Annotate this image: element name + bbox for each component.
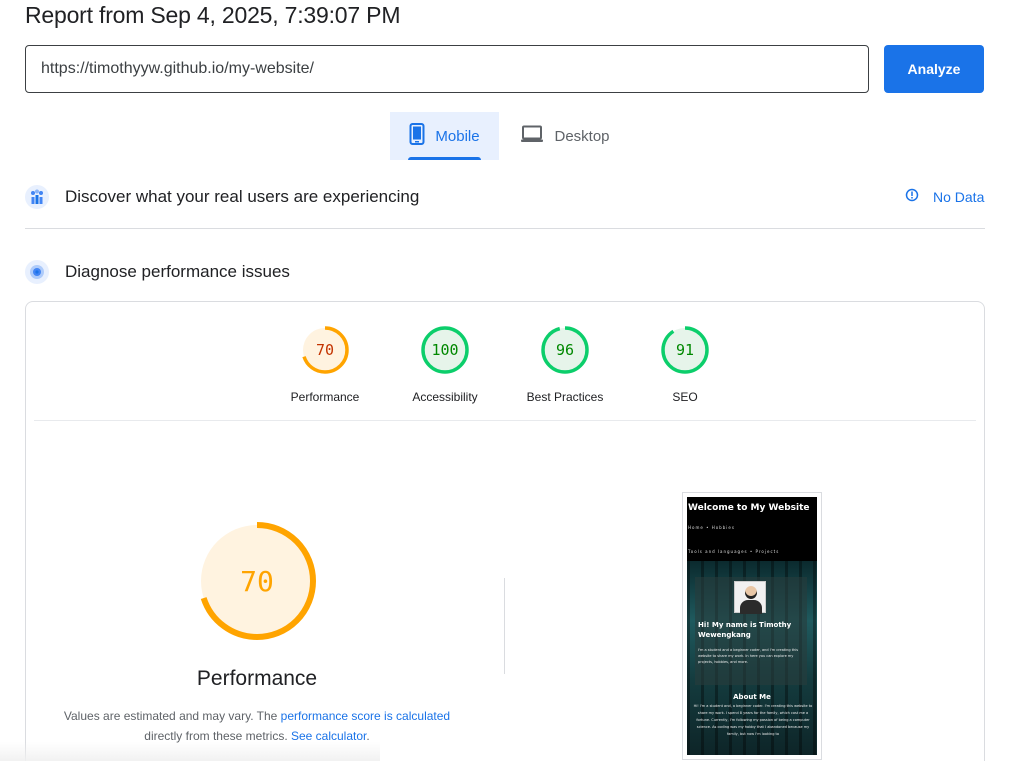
score-gauge-accessibility[interactable]: 100 Accessibility [385, 325, 505, 404]
score-gauge-performance[interactable]: 70 Performance [265, 325, 385, 404]
score-label: Best Practices [526, 390, 604, 404]
page-screenshot-thumbnail[interactable]: Welcome to My Website Home • Hobbies Too… [682, 492, 822, 760]
tab-desktop-label: Desktop [554, 127, 610, 145]
performance-note: Values are estimated and may vary. The p… [55, 706, 459, 746]
vertical-divider [504, 578, 505, 674]
performance-big-gauge: 70 [198, 522, 316, 640]
no-data-label: No Data [933, 188, 985, 205]
field-data-heading: Discover what your real users are experi… [65, 187, 420, 206]
screenshot-greeting: Hi! My name is Timothy Wewengkang [698, 621, 792, 639]
tab-mobile-label: Mobile [435, 127, 480, 145]
screenshot-nav: Home • Hobbies [688, 525, 735, 530]
analyze-button[interactable]: Analyze [884, 45, 984, 93]
phone-icon [409, 123, 425, 149]
score-label: Performance [290, 390, 360, 404]
gauge-ring: 91 [661, 326, 709, 374]
laptop-icon [520, 125, 544, 147]
score-value: 70 [316, 341, 334, 359]
see-calculator-link[interactable]: See calculator [291, 729, 366, 743]
screenshot-intro-text: I'm a student and a beginner coder, and … [698, 648, 799, 664]
gauge-ring: 70 [301, 326, 349, 374]
score-calculated-link[interactable]: performance score is calculated [281, 709, 450, 723]
performance-score: 70 [240, 565, 274, 598]
score-gauge-seo[interactable]: 91 SEO [625, 325, 745, 404]
gauge-ring: 100 [421, 326, 469, 374]
note-prefix: Values are estimated and may vary. The [63, 709, 281, 723]
screenshot-nav: Tools and languages • Projects [688, 549, 780, 554]
score-gauge-best-practices[interactable]: 96 Best Practices [505, 325, 625, 404]
tab-desktop[interactable]: Desktop [510, 112, 620, 160]
screenshot-about-text: Hi! I'm a student and, a beginner coder.… [693, 704, 813, 736]
screenshot-about-heading: About Me [733, 693, 771, 701]
screenshot-content: Welcome to My Website Home • Hobbies Too… [687, 497, 817, 755]
lab-data-header: Diagnose performance issues [25, 260, 290, 284]
screenshot-title: Welcome to My Website [688, 503, 810, 513]
no-data-indicator[interactable]: No Data [905, 188, 984, 205]
tab-mobile[interactable]: Mobile [390, 112, 499, 160]
score-value: 100 [431, 341, 458, 359]
section-divider [25, 228, 985, 229]
gauge-ring: 96 [541, 326, 589, 374]
field-data-header: Discover what your real users are experi… [25, 185, 419, 209]
diagnose-icon [25, 260, 49, 284]
lab-data-heading: Diagnose performance issues [65, 262, 290, 281]
bottom-fade [0, 742, 380, 761]
note-suffix: . [366, 729, 370, 743]
report-title: Report from Sep 4, 2025, 7:39:07 PM [25, 2, 401, 28]
score-label: SEO [672, 390, 698, 404]
users-icon [25, 185, 49, 209]
screenshot-avatar [734, 581, 766, 614]
score-label: Accessibility [412, 390, 478, 404]
score-value: 96 [556, 341, 574, 359]
url-input[interactable] [25, 45, 869, 93]
performance-label: Performance [196, 667, 318, 690]
note-middle: directly from these metrics. [144, 729, 291, 743]
info-icon [905, 188, 919, 205]
score-value: 91 [676, 341, 694, 359]
gauges-divider [34, 420, 976, 421]
